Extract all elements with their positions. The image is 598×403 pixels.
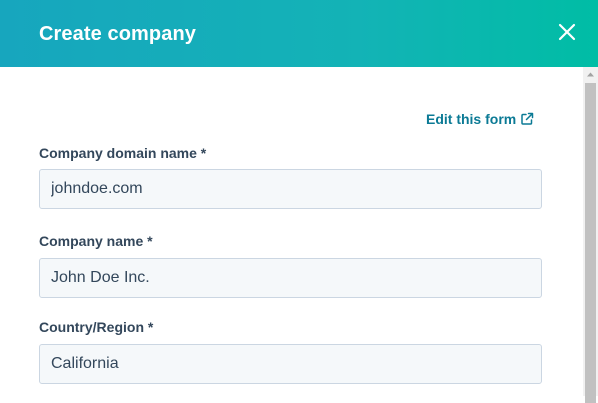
close-button[interactable] (552, 17, 582, 47)
company-name-label: Company name * (39, 233, 153, 249)
country-region-input[interactable] (39, 344, 542, 384)
external-link-icon (521, 112, 534, 125)
close-icon (558, 23, 576, 41)
modal-header: Create company (0, 0, 598, 67)
company-domain-label: Company domain name * (39, 145, 207, 161)
scroll-thumb[interactable] (585, 83, 596, 403)
scroll-up-arrow-icon (587, 72, 594, 77)
edit-form-link-label: Edit this form (426, 111, 517, 127)
company-domain-input[interactable] (39, 169, 542, 209)
modal-title: Create company (39, 23, 197, 45)
edit-form-link[interactable]: Edit this form (426, 109, 534, 129)
company-name-input[interactable] (39, 258, 542, 298)
country-region-label: Country/Region * (39, 319, 154, 335)
vertical-scrollbar[interactable] (583, 67, 598, 403)
scroll-up-button[interactable] (583, 67, 598, 82)
